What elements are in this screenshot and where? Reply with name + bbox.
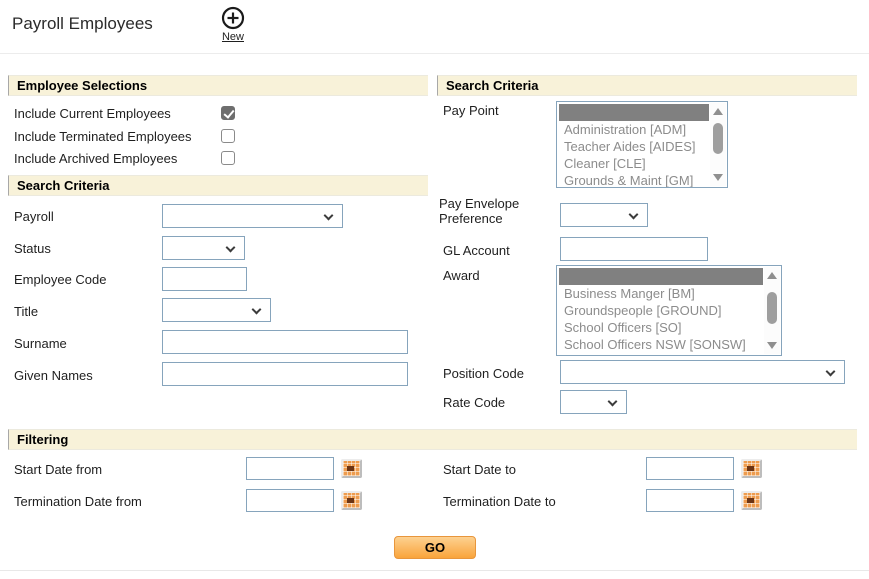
payroll-label: Payroll [14, 209, 54, 224]
start-date-to-label: Start Date to [443, 462, 516, 477]
include-archived-label: Include Archived Employees [14, 151, 177, 166]
given-names-label: Given Names [14, 368, 93, 383]
scroll-up-icon[interactable] [713, 108, 723, 115]
pay-envelope-preference-select[interactable] [560, 203, 648, 227]
include-archived-checkbox[interactable] [221, 151, 235, 165]
award-option[interactable]: Groundspeople [GROUND] [558, 302, 764, 319]
start-date-to-calendar-icon[interactable] [741, 459, 762, 478]
award-option[interactable]: Business Manger [BM] [558, 285, 764, 302]
payroll-select[interactable] [162, 204, 343, 228]
chevron-down-icon [826, 367, 836, 377]
pay-point-listbox[interactable]: Administration [ADM] Teacher Aides [AIDE… [556, 101, 728, 188]
pay-point-options: Administration [ADM] Teacher Aides [AIDE… [558, 103, 710, 186]
pay-point-option[interactable]: Teacher Aides [AIDES] [558, 138, 710, 155]
scroll-up-icon[interactable] [767, 272, 777, 279]
start-date-from-calendar-icon[interactable] [341, 459, 362, 478]
termination-date-to-input[interactable] [646, 489, 734, 512]
chevron-down-icon [608, 397, 618, 407]
go-button[interactable]: GO [394, 536, 476, 559]
scroll-down-icon[interactable] [713, 174, 723, 181]
chevron-down-icon [226, 243, 236, 253]
position-code-label: Position Code [443, 366, 524, 381]
title-label: Title [14, 304, 38, 319]
employee-selections-header: Employee Selections [8, 75, 428, 96]
search-criteria-right-header: Search Criteria [437, 75, 857, 96]
include-current-checkbox[interactable] [221, 106, 235, 120]
rate-code-select[interactable] [560, 390, 627, 414]
gl-account-input[interactable] [560, 237, 708, 261]
include-terminated-checkbox[interactable] [221, 129, 235, 143]
page-header: Payroll Employees New [0, 0, 869, 54]
status-select[interactable] [162, 236, 245, 260]
position-code-select[interactable] [560, 360, 845, 384]
termination-date-from-input[interactable] [246, 489, 334, 512]
page-title: Payroll Employees [12, 14, 153, 34]
award-scrollbar[interactable] [764, 267, 780, 354]
plus-circle-icon [221, 6, 245, 30]
award-label: Award [443, 268, 480, 283]
start-date-from-label: Start Date from [14, 462, 102, 477]
scrollbar-thumb[interactable] [713, 123, 723, 154]
pay-envelope-preference-label: Pay Envelope Preference [439, 196, 551, 226]
chevron-down-icon [324, 211, 334, 221]
start-date-to-input[interactable] [646, 457, 734, 480]
award-listbox[interactable]: Business Manger [BM] Groundspeople [GROU… [556, 265, 782, 356]
payroll-employees-page: Payroll Employees New Employee Selection… [0, 0, 869, 579]
pay-point-label: Pay Point [443, 103, 499, 118]
title-select[interactable] [162, 298, 271, 322]
search-criteria-left-header: Search Criteria [8, 175, 428, 196]
award-option-selected[interactable] [559, 268, 763, 285]
pay-point-option[interactable]: Grounds & Maint [GM] [558, 172, 710, 188]
award-options: Business Manger [BM] Groundspeople [GROU… [558, 267, 764, 354]
pay-point-option-selected[interactable] [559, 104, 709, 121]
chevron-down-icon [629, 210, 639, 220]
rate-code-label: Rate Code [443, 395, 505, 410]
status-label: Status [14, 241, 51, 256]
pay-point-scrollbar[interactable] [710, 103, 726, 186]
gl-account-label: GL Account [443, 243, 510, 258]
include-current-label: Include Current Employees [14, 106, 171, 121]
surname-label: Surname [14, 336, 67, 351]
award-option[interactable]: School Officers NSW [SONSW] [558, 336, 764, 353]
employee-code-label: Employee Code [14, 272, 107, 287]
include-terminated-label: Include Terminated Employees [14, 129, 192, 144]
new-button[interactable]: New [216, 6, 250, 43]
start-date-from-input[interactable] [246, 457, 334, 480]
termination-date-to-calendar-icon[interactable] [741, 491, 762, 510]
scrollbar-thumb[interactable] [767, 292, 777, 324]
scroll-down-icon[interactable] [767, 342, 777, 349]
employee-code-input[interactable] [162, 267, 247, 291]
termination-date-from-calendar-icon[interactable] [341, 491, 362, 510]
new-button-label: New [216, 31, 250, 43]
pay-point-option[interactable]: Administration [ADM] [558, 121, 710, 138]
given-names-input[interactable] [162, 362, 408, 386]
filtering-header: Filtering [8, 429, 857, 450]
termination-date-from-label: Termination Date from [14, 494, 142, 509]
award-option[interactable]: School Officers [SO] [558, 319, 764, 336]
chevron-down-icon [252, 305, 262, 315]
pay-point-option[interactable]: Cleaner [CLE] [558, 155, 710, 172]
bottom-divider [0, 570, 869, 571]
termination-date-to-label: Termination Date to [443, 494, 556, 509]
surname-input[interactable] [162, 330, 408, 354]
